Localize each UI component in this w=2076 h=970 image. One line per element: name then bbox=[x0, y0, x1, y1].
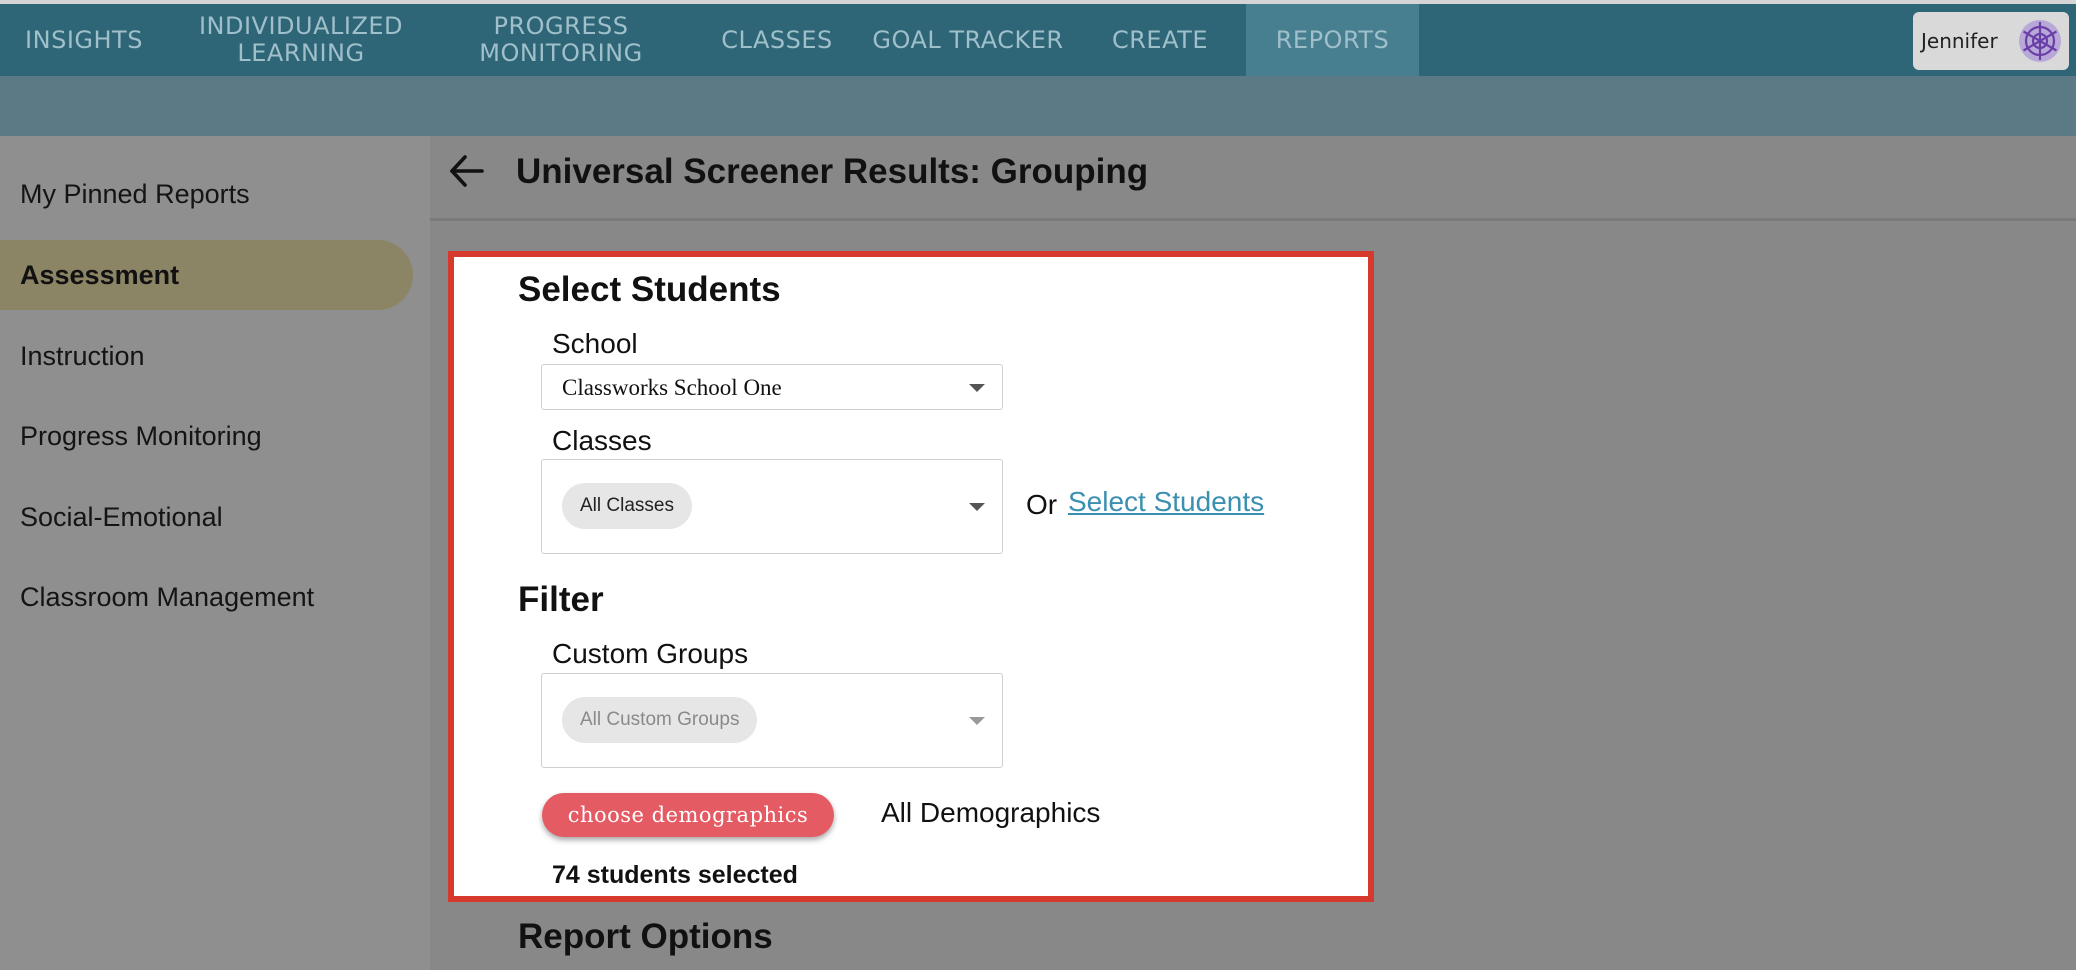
sidebar-item-progress-monitoring[interactable]: Progress Monitoring bbox=[0, 401, 413, 471]
filter-heading: Filter bbox=[518, 580, 604, 619]
user-name: Jennifer bbox=[1921, 29, 1998, 53]
report-options-heading: Report Options bbox=[518, 917, 773, 956]
classes-chip: All Classes bbox=[562, 483, 692, 529]
school-label: School bbox=[552, 328, 638, 359]
school-select[interactable]: Classworks School One bbox=[541, 364, 1003, 410]
header-divider bbox=[430, 218, 2076, 221]
nav-progress-monitoring[interactable]: PROGRESS MONITORING bbox=[452, 4, 670, 76]
sidebar-item-social-emotional[interactable]: Social-Emotional bbox=[0, 482, 413, 552]
school-select-value: Classworks School One bbox=[562, 375, 782, 400]
custom-groups-chip: All Custom Groups bbox=[562, 697, 758, 743]
sidebar: My Pinned Reports Assessment Instruction… bbox=[0, 136, 430, 970]
page-title: Universal Screener Results: Grouping bbox=[516, 152, 1149, 191]
top-nav-bar: INSIGHTS INDIVIDUALIZED LEARNING PROGRES… bbox=[0, 0, 2076, 76]
chevron-down-icon bbox=[969, 384, 985, 392]
custom-groups-select[interactable]: All Custom Groups bbox=[541, 673, 1003, 768]
user-menu[interactable]: Jennifer bbox=[1913, 12, 2069, 70]
classes-label: Classes bbox=[552, 425, 652, 456]
students-selected-count: 74 students selected bbox=[552, 861, 798, 889]
chevron-down-icon bbox=[969, 503, 985, 511]
chevron-down-icon bbox=[969, 717, 985, 725]
sidebar-item-instruction[interactable]: Instruction bbox=[0, 321, 413, 391]
sub-header-bar bbox=[0, 76, 2076, 136]
sidebar-item-assessment[interactable]: Assessment bbox=[0, 240, 413, 310]
arrow-left-icon[interactable] bbox=[446, 150, 488, 192]
nav-create[interactable]: CREATE bbox=[1098, 4, 1222, 76]
nav-classes[interactable]: CLASSES bbox=[706, 4, 848, 76]
custom-groups-label: Custom Groups bbox=[552, 638, 749, 669]
or-text: Or bbox=[1026, 489, 1058, 520]
nav-goal-tracker[interactable]: GOAL TRACKER bbox=[862, 4, 1074, 76]
snowflake-avatar-icon bbox=[2019, 20, 2061, 62]
classes-select[interactable]: All Classes bbox=[541, 459, 1003, 554]
nav-insights[interactable]: INSIGHTS bbox=[0, 4, 168, 76]
sidebar-item-classroom-management[interactable]: Classroom Management bbox=[0, 562, 413, 632]
nav-reports[interactable]: REPORTS bbox=[1246, 4, 1419, 76]
nav-individualized-learning[interactable]: INDIVIDUALIZED LEARNING bbox=[178, 4, 424, 76]
select-students-link[interactable]: Select Students bbox=[1068, 486, 1264, 518]
sidebar-item-my-pinned-reports[interactable]: My Pinned Reports bbox=[0, 159, 413, 229]
demographics-value: All Demographics bbox=[881, 797, 1101, 828]
select-students-heading: Select Students bbox=[518, 270, 781, 309]
choose-demographics-button[interactable]: choose demographics bbox=[542, 793, 834, 837]
